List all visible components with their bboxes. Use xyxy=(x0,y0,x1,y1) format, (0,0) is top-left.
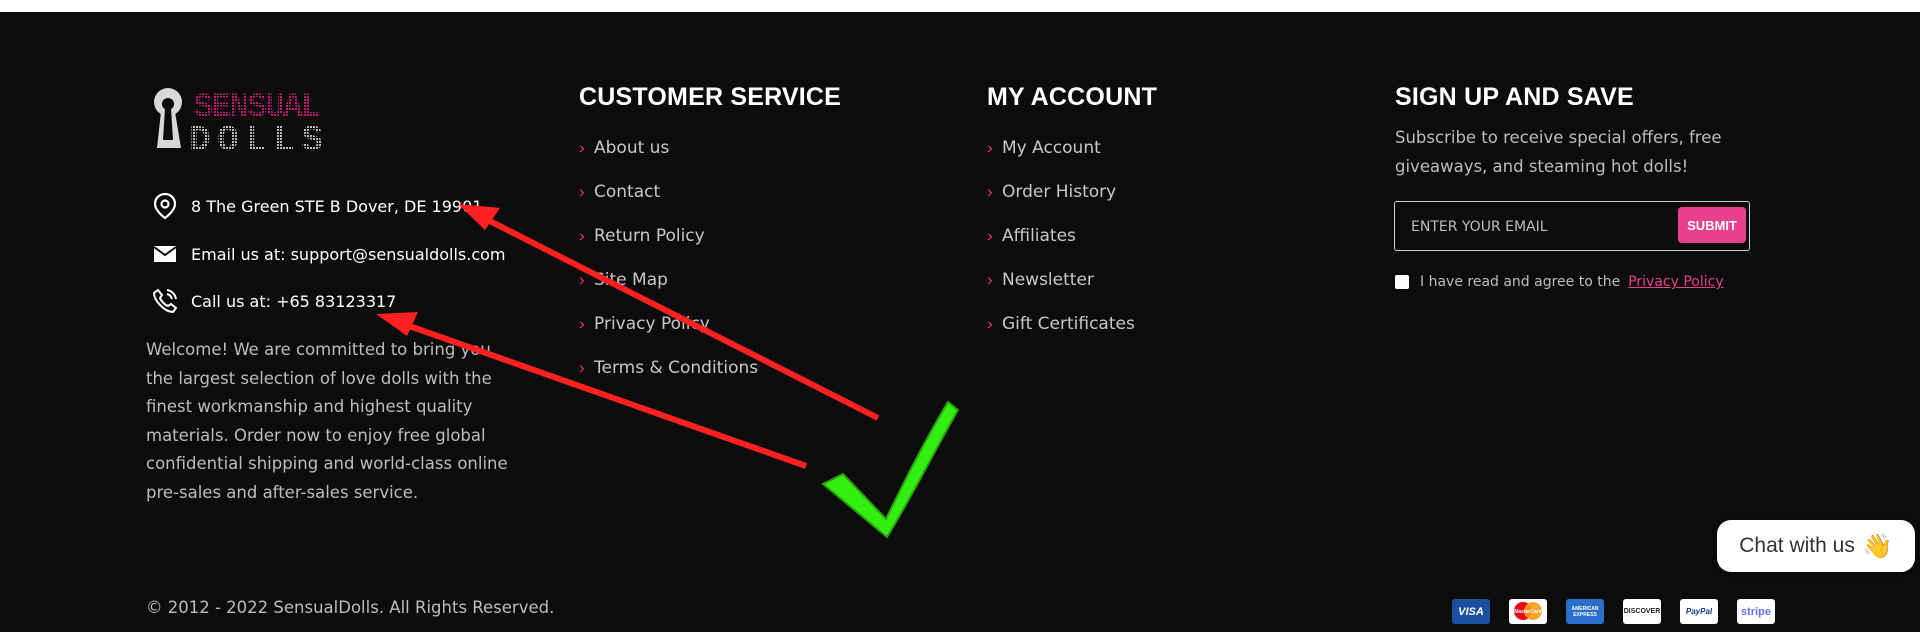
customer-service-links: › About us › Contact › Return Policy › Site … xyxy=(579,126,841,390)
mastercard-icon: MasterCard xyxy=(1509,599,1547,624)
phone-text: Call us at: +65 83123317 xyxy=(191,291,397,311)
discover-icon: DISCOVER xyxy=(1623,599,1661,624)
amex-icon: AMERICAN EXPRESS xyxy=(1566,599,1604,624)
contact-address: 8 The Green STE B Dover, DE 19901 xyxy=(151,192,482,220)
chevron-right-icon: › xyxy=(579,270,585,289)
chevron-right-icon: › xyxy=(579,138,585,157)
footer-link-privacy-policy[interactable]: › Privacy Policy xyxy=(579,302,841,346)
footer-link-newsletter[interactable]: › Newsletter xyxy=(987,258,1157,302)
my-account-links: › My Account › Order History › Affiliates ›… xyxy=(987,126,1157,346)
chevron-right-icon: › xyxy=(579,182,585,201)
copyright-text: © 2012 - 2022 SensualDolls. All Rights R… xyxy=(146,598,555,617)
footer-link-about-us[interactable]: › About us xyxy=(579,126,841,170)
welcome-text: Welcome! We are committed to bring you t… xyxy=(146,340,508,502)
newsletter-form: SUBMIT xyxy=(1394,201,1750,251)
footer-link-order-history[interactable]: › Order History xyxy=(987,170,1157,214)
location-pin-icon xyxy=(151,192,179,220)
my-account-heading: MY ACCOUNT xyxy=(987,83,1158,111)
mail-icon xyxy=(151,240,179,268)
customer-service-column: CUSTOMER SERVICE › About us › Contact › Ret… xyxy=(579,82,841,390)
signup-heading: SIGN UP AND SAVE xyxy=(1395,83,1634,111)
address-text: 8 The Green STE B Dover, DE 19901 xyxy=(191,196,483,216)
phone-icon xyxy=(151,287,179,315)
contact-email[interactable]: Email us at: support@sensualdolls.com xyxy=(151,240,506,268)
email-text: Email us at: support@sensualdolls.com xyxy=(191,244,506,264)
signup-description: Subscribe to receive special offers, fre… xyxy=(1395,128,1722,176)
chevron-right-icon: › xyxy=(987,138,993,157)
footer-link-terms[interactable]: › Terms & Conditions xyxy=(579,346,841,390)
footer-link-return-policy[interactable]: › Return Policy xyxy=(579,214,841,258)
chat-with-us-button[interactable]: Chat with us 👋 xyxy=(1717,520,1915,572)
my-account-column: MY ACCOUNT › My Account › Order History › A… xyxy=(987,82,1157,346)
footer-link-contact[interactable]: › Contact xyxy=(579,170,841,214)
agree-text: I have read and agree to the xyxy=(1420,274,1621,290)
sensualdolls-logo[interactable]: SENSUAL DOLLS xyxy=(151,84,326,152)
email-input[interactable] xyxy=(1409,202,1653,251)
submit-button[interactable]: SUBMIT xyxy=(1678,207,1746,243)
footer-link-gift-certificates[interactable]: › Gift Certificates xyxy=(987,302,1157,346)
footer-link-site-map[interactable]: › Site Map xyxy=(579,258,841,302)
chevron-right-icon: › xyxy=(579,358,585,377)
svg-text:DOLLS: DOLLS xyxy=(189,120,323,152)
payment-methods: VISA MasterCard AMERICAN EXPRESS DISCOVE… xyxy=(1452,599,1775,624)
footer-link-affiliates[interactable]: › Affiliates xyxy=(987,214,1157,258)
chevron-right-icon: › xyxy=(987,226,993,245)
signup-column: SIGN UP AND SAVE Subscribe to receive sp… xyxy=(1395,82,1735,181)
waving-hand-icon: 👋 xyxy=(1862,532,1893,560)
privacy-policy-link[interactable]: Privacy Policy xyxy=(1628,274,1723,290)
footer-link-my-account[interactable]: › My Account xyxy=(987,126,1157,170)
chevron-right-icon: › xyxy=(987,182,993,201)
contact-phone[interactable]: Call us at: +65 83123317 xyxy=(151,287,396,315)
chevron-right-icon: › xyxy=(579,226,585,245)
agree-checkbox[interactable] xyxy=(1395,275,1409,289)
stripe-icon: stripe xyxy=(1737,599,1775,624)
chevron-right-icon: › xyxy=(987,270,993,289)
customer-service-heading: CUSTOMER SERVICE xyxy=(579,83,842,111)
paypal-icon: PayPal xyxy=(1680,599,1718,624)
chevron-right-icon: › xyxy=(987,314,993,333)
chat-label: Chat with us xyxy=(1739,534,1855,557)
chevron-right-icon: › xyxy=(579,314,585,333)
privacy-agreement: I have read and agree to the Privacy Pol… xyxy=(1395,274,1724,290)
visa-icon: VISA xyxy=(1452,599,1490,624)
